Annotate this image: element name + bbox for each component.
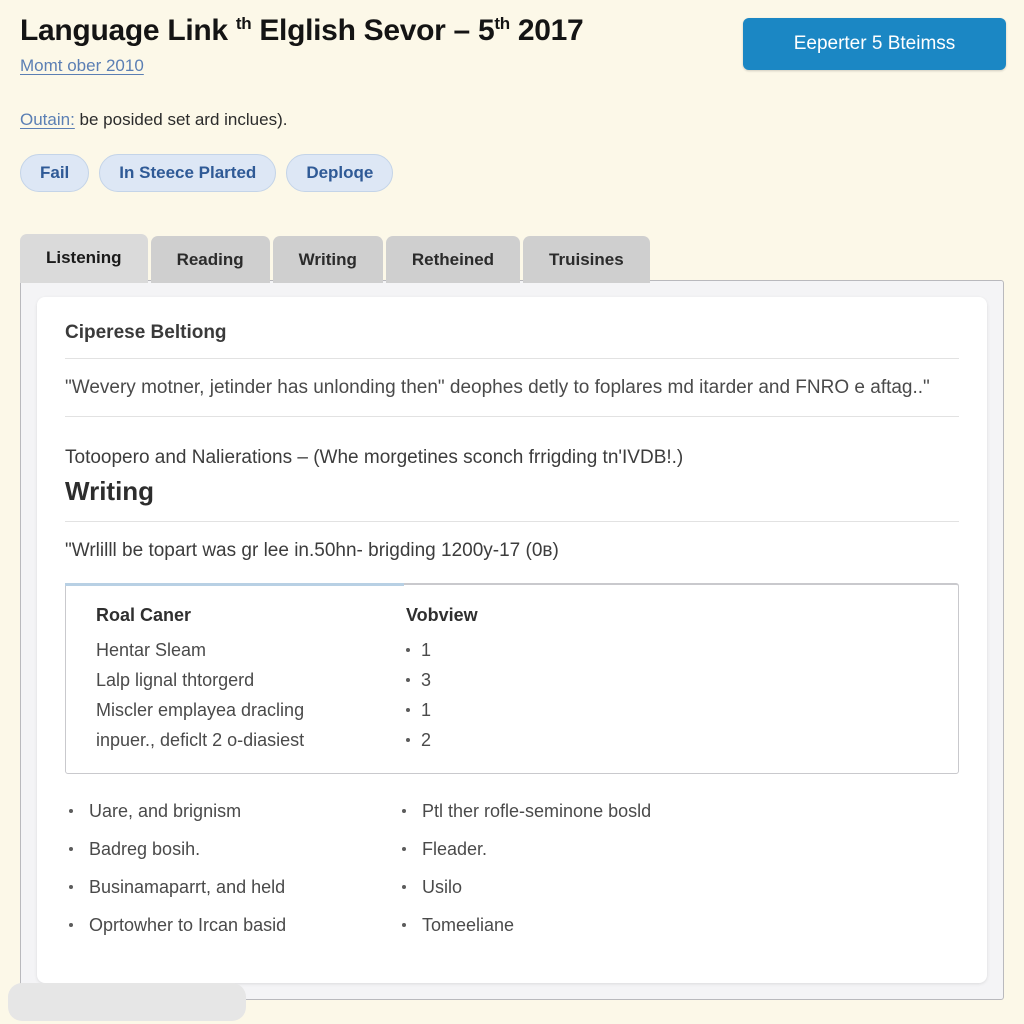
heading-divider-1 bbox=[65, 358, 959, 359]
table-row-value: 1 bbox=[406, 640, 928, 661]
list-item: Usilo bbox=[402, 876, 959, 898]
table-row-value: 1 bbox=[406, 700, 928, 721]
list-item-text: Uare, and brignism bbox=[89, 801, 242, 822]
bullet-dot-icon bbox=[402, 922, 406, 927]
bullet-columns: Uare, and brignism Badreg bosih. Businam… bbox=[65, 802, 959, 953]
list-item-text: Fleader. bbox=[422, 839, 488, 860]
bullet-dot-icon bbox=[406, 648, 410, 653]
title-block: Language Link th Elglish Sevor – 5th 201… bbox=[20, 14, 584, 76]
list-item-text: Badreg bosih. bbox=[89, 839, 201, 860]
column-header-label: Roal Caner bbox=[96, 605, 192, 626]
section1-paragraph: "Wevery motner, jetinder has unlonding t… bbox=[65, 377, 930, 398]
subtitle-link[interactable]: Momt ober 2010 bbox=[20, 56, 144, 76]
table-row-value: 2 bbox=[406, 730, 928, 751]
footer-status-chip[interactable] bbox=[8, 983, 246, 1021]
bullet-dot-icon bbox=[406, 738, 410, 743]
list-item: Businamaparrt, and held bbox=[69, 876, 402, 898]
page-title: Language Link th Elglish Sevor – 5th 201… bbox=[20, 14, 584, 47]
status-badge-in-progress[interactable]: In Steece Plarted bbox=[99, 154, 277, 192]
content-card: Ciperese Beltiong "Wevery motner, jetind… bbox=[37, 297, 987, 983]
list-item: Badreg bosih. bbox=[69, 839, 402, 860]
page-title-superscript-1: th bbox=[235, 14, 252, 33]
list-item: Fleader. bbox=[402, 839, 959, 860]
section1-note: Totoopero and Nalierations – (Whe morget… bbox=[65, 447, 684, 469]
bullet-dot-icon bbox=[69, 922, 73, 927]
tab-bar: Listening Reading Writing Retheined Trui… bbox=[20, 234, 653, 283]
table-row-label: Miscler emplayea dracling bbox=[96, 700, 305, 721]
table-row-value-text: 2 bbox=[421, 730, 432, 751]
tab-writing[interactable]: Writing bbox=[272, 236, 383, 283]
data-box: Roal Caner Vobview Hentar Sleam 1 Lalp l… bbox=[65, 583, 959, 775]
export-button[interactable]: Eeperter 5 Bteimss bbox=[743, 18, 1006, 70]
list-item: Oprtowher to Ircan basid bbox=[69, 914, 402, 936]
notice-text: be posided set ard inclues). bbox=[79, 110, 288, 129]
data-grid: Roal Caner Vobview Hentar Sleam 1 Lalp l… bbox=[96, 605, 928, 751]
table-row-value-text: 1 bbox=[421, 640, 432, 661]
page-header: Language Link th Elglish Sevor – 5th 201… bbox=[0, 0, 1024, 228]
page-title-middle: Elglish Sevor – 5 bbox=[259, 14, 495, 47]
paragraph-divider bbox=[65, 416, 959, 418]
page-title-superscript-2: th bbox=[494, 14, 510, 33]
page-title-year: 2017 bbox=[517, 14, 584, 47]
list-item-text: Ptl ther rofle-seminone bosld bbox=[422, 801, 652, 822]
status-badge-deploy[interactable]: Deploqe bbox=[286, 154, 394, 192]
notice-line: Outain: be posided set ard inclues). bbox=[20, 110, 1006, 130]
heading-divider-2 bbox=[65, 520, 959, 522]
table-row-value: 3 bbox=[406, 670, 928, 691]
bullet-dot-icon bbox=[402, 809, 406, 814]
list-item: Uare, and brignism bbox=[69, 802, 402, 822]
bullet-dot-icon bbox=[402, 847, 406, 852]
table-row-label: Lalp lignal thtorgerd bbox=[96, 670, 255, 691]
tab-retheined[interactable]: Retheined bbox=[385, 236, 521, 283]
section-heading-writing: Writing bbox=[65, 475, 155, 506]
table-row-value-text: 3 bbox=[421, 670, 432, 691]
tab-listening[interactable]: Listening bbox=[20, 234, 148, 283]
list-item-text: Businamaparrt, and held bbox=[89, 876, 286, 897]
bullet-dot-icon bbox=[406, 678, 410, 683]
list-item-text: Usilo bbox=[422, 876, 463, 897]
title-row: Language Link th Elglish Sevor – 5th 201… bbox=[20, 14, 1006, 76]
content-panel: Ciperese Beltiong "Wevery motner, jetind… bbox=[20, 280, 1004, 1000]
bullet-dot-icon bbox=[69, 809, 73, 814]
tab-reading[interactable]: Reading bbox=[150, 236, 270, 283]
bullet-dot-icon bbox=[406, 708, 410, 713]
section2-quote: "Wrlilll be topart was gr lee in.50hn- b… bbox=[65, 539, 559, 561]
list-item: Ptl ther rofle-seminone bosld bbox=[402, 802, 959, 822]
status-badge-fail[interactable]: Fail bbox=[20, 154, 90, 192]
list-item-text: Tomeeliane bbox=[422, 914, 515, 935]
page-title-main: Language Link bbox=[20, 14, 228, 47]
bullet-list-right: Ptl ther rofle-seminone bosld Fleader. U… bbox=[402, 802, 959, 953]
column-header-value: Vobview bbox=[406, 605, 478, 626]
bullet-dot-icon bbox=[69, 847, 73, 852]
tab-truisines[interactable]: Truisines bbox=[523, 236, 650, 283]
bullet-dot-icon bbox=[402, 884, 406, 889]
section-heading-listening: Ciperese Beltiong bbox=[65, 322, 227, 343]
table-row-label: Hentar Sleam bbox=[96, 640, 207, 661]
list-item: Tomeeliane bbox=[402, 914, 959, 936]
status-pill-row: Fail In Steece Plarted Deploqe bbox=[20, 154, 1006, 192]
notice-link[interactable]: Outain: bbox=[20, 110, 75, 129]
table-row-label: inpuer., deficlt 2 o-diasiest bbox=[96, 730, 305, 751]
bullet-list-left: Uare, and brignism Badreg bosih. Businam… bbox=[69, 802, 402, 953]
bullet-dot-icon bbox=[69, 884, 73, 889]
table-row-value-text: 1 bbox=[421, 700, 432, 721]
list-item-text: Oprtowher to Ircan basid bbox=[89, 914, 287, 935]
